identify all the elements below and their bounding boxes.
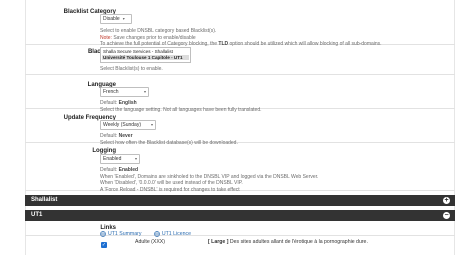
category-checkbox[interactable]: ✓: [101, 242, 107, 248]
default-value: English: [118, 100, 137, 106]
default-prefix: Default:: [100, 133, 119, 139]
category-size: [ Large ]: [208, 239, 229, 245]
chevron-down-icon: ▾: [122, 16, 125, 21]
logging-help-line1: When 'Enabled', Domains are sinkholed to…: [100, 173, 319, 180]
circle-plus-icon[interactable]: +: [443, 197, 450, 204]
logging-help: Default: Enabled When 'Enabled', Domains…: [100, 167, 450, 193]
default-value: Never: [118, 133, 133, 139]
chevron-down-icon: ▾: [150, 122, 153, 127]
settings-panel: Blacklist Category Disable ▾ Select to en…: [25, 0, 455, 255]
language-select[interactable]: French ▾: [100, 87, 149, 97]
blacklists-field: Shalla Secure Services - Shallalist Univ…: [100, 47, 450, 73]
logging-help-line3: A 'Force Reload - DNSBL' is required for…: [100, 186, 240, 193]
blacklist-category-note: Note: Save changes prior to enable/disab…: [100, 35, 450, 42]
note-text: Save changes prior to enable/disable: [111, 34, 196, 41]
blacklist-category-value: Disable: [103, 16, 120, 22]
blacklists-row: Blacklists Shalla Secure Services - Shal…: [25, 44, 455, 75]
category-desc-text: Des sites adultes allant de l'érotique à…: [228, 239, 368, 245]
blacklist-category-row: Blacklist Category Disable ▾ Select to en…: [25, 0, 455, 48]
logging-field: Enabled ▾ Default: Enabled When 'Enabled'…: [100, 147, 450, 193]
ut1-category-row: ✓ Adulte (XXX) [ Large ] Des sites adult…: [25, 236, 455, 255]
logging-help-line2: When 'Disabled', '0.0.0.0' will be used …: [100, 180, 243, 187]
logging-row: Logging Enabled ▾ Default: Enabled When '…: [25, 142, 455, 193]
language-default: Default: English: [100, 100, 450, 107]
default-prefix: Default:: [100, 167, 119, 173]
blacklist-category-select[interactable]: Disable ▾: [100, 14, 132, 24]
circle-minus-icon[interactable]: −: [443, 212, 450, 219]
ut1-section-title: UT1: [31, 212, 43, 218]
blacklists-help: Select Blacklist(s) to enable.: [100, 66, 163, 72]
blacklist-category-field: Disable ▾ Select to enable DNSBL category…: [100, 7, 450, 48]
blacklist-option-selected[interactable]: Université Toulouse 1 Capitole - UT1: [102, 54, 189, 60]
logging-value: Enabled: [103, 156, 122, 162]
logging-select[interactable]: Enabled ▾: [100, 154, 140, 164]
category-name: Adulte (XXX): [135, 239, 165, 245]
blacklist-category-help-line1: Select to enable DNSBL category based Bl…: [100, 28, 217, 34]
update-frequency-default: Default: Never: [100, 133, 450, 140]
shallalist-section-header[interactable]: Shallalist +: [25, 195, 455, 206]
category-description: [ Large ] Des sites adultes allant de l'…: [208, 239, 368, 245]
language-value: French: [103, 89, 119, 95]
language-row: Language French ▾ Default: English Select…: [25, 74, 455, 113]
default-value: Enabled: [118, 167, 139, 173]
default-prefix: Default:: [100, 100, 119, 106]
update-frequency-select[interactable]: Weekly (Sunday) ▾: [100, 120, 156, 130]
logging-default: Default: Enabled: [100, 167, 450, 174]
shallalist-section-title: Shallalist: [31, 197, 58, 203]
note-label: Note:: [100, 34, 112, 41]
ut1-links-row: Links UT1 Summary UT1 Licence: [25, 222, 455, 237]
blacklists-multiselect[interactable]: Shalla Secure Services - Shallalist Univ…: [100, 47, 191, 63]
update-frequency-value: Weekly (Sunday): [103, 122, 141, 128]
chevron-down-icon: ▾: [143, 89, 146, 94]
update-frequency-row: Update Frequency Weekly (Sunday) ▾ Defaul…: [25, 108, 455, 146]
chevron-down-icon: ▾: [134, 156, 137, 161]
ut1-section-header[interactable]: UT1 −: [25, 210, 455, 221]
